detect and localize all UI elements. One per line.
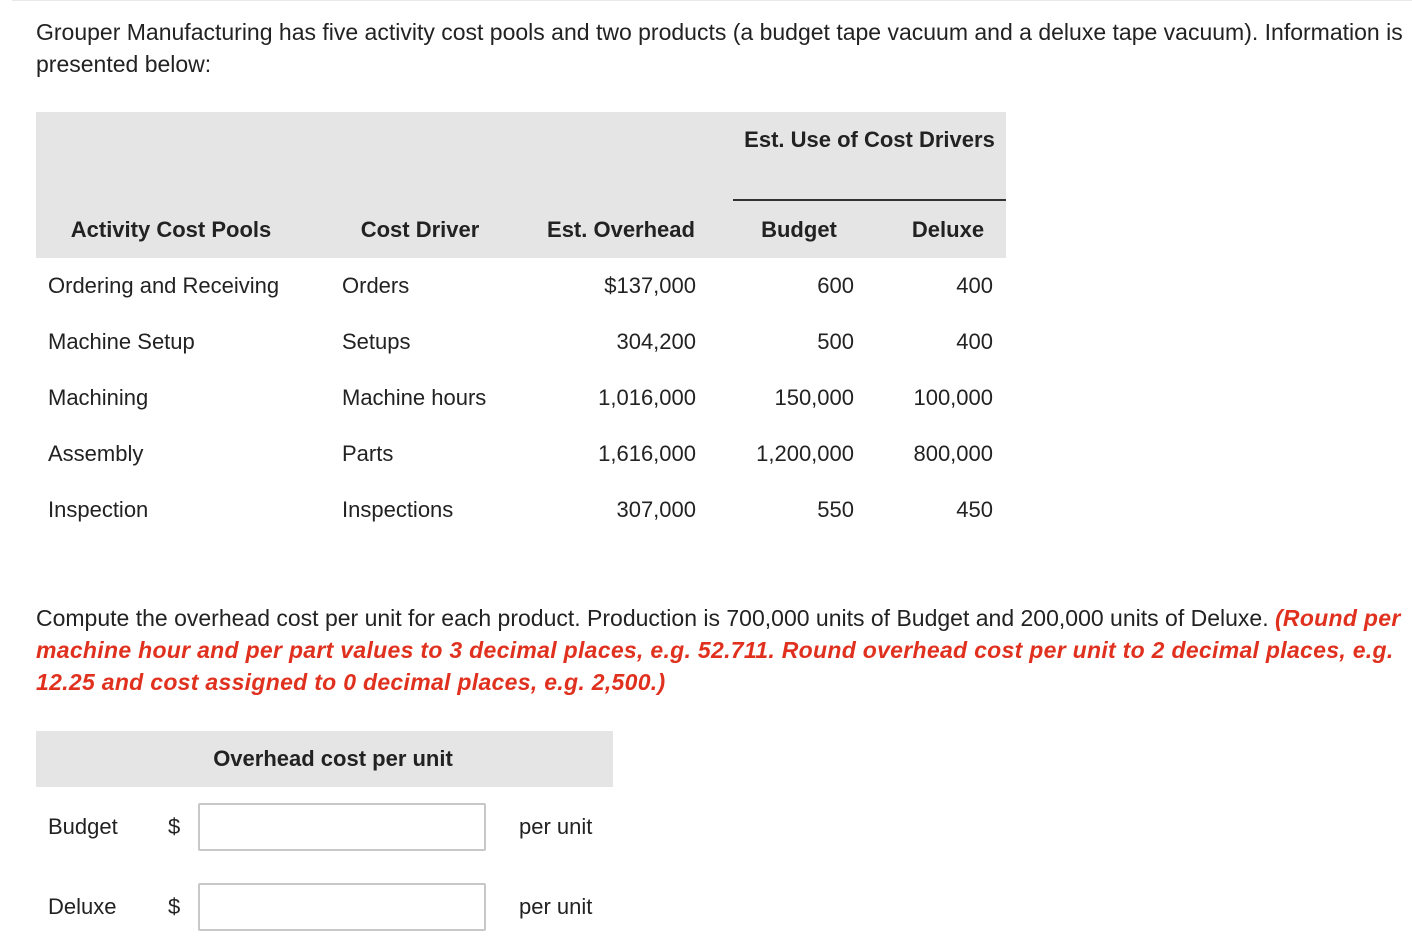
table-row-budget: 500: [817, 329, 854, 354]
table-row-pool: Inspection: [48, 497, 149, 522]
table-row-deluxe: 100,000: [913, 385, 993, 410]
dollar-sign: $: [168, 814, 181, 839]
table-row-overhead: 304,200: [616, 329, 696, 354]
deluxe-label: Deluxe: [48, 894, 117, 919]
dollar-sign: $: [168, 894, 181, 919]
table-row-overhead: 1,016,000: [598, 385, 696, 410]
answer-header-title: Overhead cost per unit: [213, 746, 453, 771]
table-row-driver: Parts: [342, 441, 394, 466]
table-row-driver: Machine hours: [342, 385, 487, 410]
table-row-deluxe: 450: [956, 497, 993, 522]
budget-overhead-per-unit-input[interactable]: [198, 803, 486, 851]
table-row-deluxe: 400: [956, 329, 993, 354]
deluxe-overhead-per-unit-input[interactable]: [198, 883, 486, 931]
table-row-overhead: 1,616,000: [598, 441, 696, 466]
table-row-budget: 550: [817, 497, 854, 522]
header-deluxe: Deluxe: [911, 217, 985, 242]
budget-label: Budget: [48, 814, 118, 839]
table-row-driver: Orders: [342, 273, 410, 298]
group-header-est-use: Est. Use of Cost Drivers: [744, 127, 995, 152]
question-text: Compute the overhead cost per unit for e…: [36, 602, 1406, 698]
header-activity-cost-pools: Activity Cost Pools: [70, 217, 272, 242]
table-row-budget: 1,200,000: [756, 441, 854, 466]
table-row-pool: Ordering and Receiving: [48, 273, 280, 298]
top-divider: [12, 0, 1412, 1]
table-row-pool: Machine Setup: [48, 329, 195, 354]
question-prompt: Compute the overhead cost per unit for e…: [36, 605, 1269, 631]
table-row-driver: Inspections: [342, 497, 454, 522]
group-header-underline: [733, 199, 1006, 201]
per-unit-label: per unit: [519, 814, 593, 839]
header-cost-driver: Cost Driver: [360, 217, 480, 242]
table-row-overhead: $137,000: [604, 273, 696, 298]
table-row-deluxe: 800,000: [913, 441, 993, 466]
table-row-budget: 150,000: [774, 385, 854, 410]
table-row-budget: 600: [817, 273, 854, 298]
table-row-pool: Assembly: [48, 441, 144, 466]
table-row-deluxe: 400: [956, 273, 993, 298]
header-budget: Budget: [761, 217, 837, 242]
header-est-overhead: Est. Overhead: [547, 217, 695, 242]
per-unit-label: per unit: [519, 894, 593, 919]
problem-intro: Grouper Manufacturing has five activity …: [36, 19, 1403, 77]
table-row-pool: Machining: [48, 385, 149, 410]
table-row-overhead: 307,000: [616, 497, 696, 522]
table-row-driver: Setups: [342, 329, 411, 354]
